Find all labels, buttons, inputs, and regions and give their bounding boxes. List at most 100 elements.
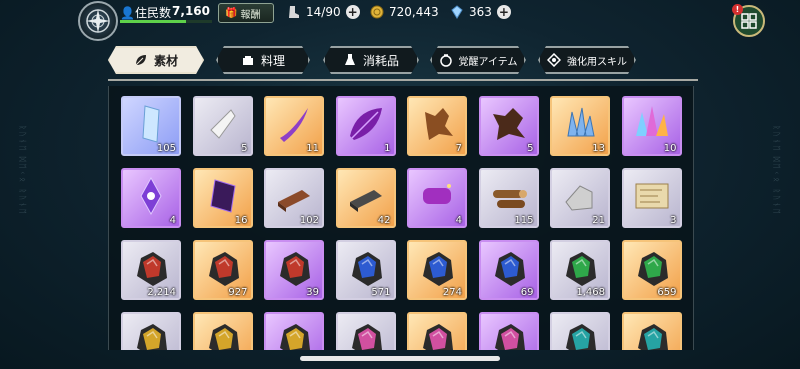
item-count: 4 [455, 215, 462, 226]
tab-awakening-items[interactable]: 覚醒アイテム [430, 46, 526, 74]
item-count: 659 [657, 287, 677, 298]
top-status-bar: 👤住民数 7,160 🎁 報酬 14/90 + 720,443 363 + ! [0, 0, 800, 41]
item-slot-gold-ore-large[interactable] [192, 312, 253, 350]
tab-enhancement-skills[interactable]: 強化用スキル [538, 46, 636, 74]
inventory-panel[interactable]: 105 5 11 1 7 5 13 10 4 16 102 42 4 115 21 3 2,214 927 39 57… [108, 86, 694, 350]
item-slot-pink-ore[interactable] [335, 312, 396, 350]
dark-pelt-icon [487, 102, 531, 150]
grid-menu-icon [741, 13, 757, 29]
item-slot-rainbow-crystals[interactable]: 10 [621, 96, 682, 156]
residents-counter: 👤住民数 7,160 [120, 3, 212, 23]
reward-button[interactable]: 🎁 報酬 [218, 3, 274, 23]
item-slot-blue-ore[interactable]: 571 [335, 240, 396, 300]
flask-icon [343, 53, 357, 67]
purple-cloth-icon [415, 174, 459, 222]
item-count: 16 [234, 215, 248, 226]
item-slot-white-stone[interactable]: 5 [192, 96, 253, 156]
item-slot-pink-ore-glow[interactable] [478, 312, 539, 350]
awaken-icon [439, 53, 453, 67]
skill-icon [547, 53, 561, 67]
tab-materials[interactable]: 素材 [108, 46, 204, 74]
void-gem-icon [129, 174, 173, 222]
item-slot-teal-ore[interactable] [550, 312, 610, 350]
item-count: 39 [306, 287, 319, 298]
item-slot-green-ore[interactable]: 1,468 [550, 240, 610, 300]
item-count: 21 [592, 215, 605, 226]
person-icon: 👤 [120, 6, 135, 20]
item-slot-gold-ore[interactable] [121, 312, 181, 350]
item-count: 10 [663, 143, 677, 154]
item-count: 2,214 [147, 287, 176, 298]
right-rune-decoration: ᚱᚢᚾᛖ ᛞᛖᚲᛟ ᚱᚢᚾᛖ [772, 125, 781, 216]
add-gems-button[interactable]: + [496, 5, 511, 19]
item-slot-purple-cloth[interactable]: 4 [407, 168, 467, 228]
item-count: 274 [442, 287, 462, 298]
item-slot-gold-ore-glow[interactable] [264, 312, 324, 350]
item-count: 5 [241, 143, 248, 154]
item-slot-blue-ore-large[interactable]: 274 [407, 240, 467, 300]
pink-ore-large-icon [415, 318, 459, 350]
item-slot-purple-fang[interactable]: 11 [264, 96, 324, 156]
brown-pelt-icon [415, 102, 459, 150]
item-slot-green-ore-large[interactable]: 659 [621, 240, 682, 300]
item-slot-stone-block[interactable]: 21 [550, 168, 610, 228]
tab-cooking[interactable]: 料理 [216, 46, 310, 74]
item-slot-pink-ore-large[interactable] [407, 312, 467, 350]
item-slot-blue-ore-glow[interactable]: 69 [478, 240, 539, 300]
gold-ore-glow-icon [272, 318, 316, 350]
item-count: 571 [371, 287, 391, 298]
add-capacity-button[interactable]: + [345, 5, 360, 19]
gold-coin-icon [370, 5, 384, 19]
boot-icon [289, 6, 299, 18]
item-count: 1 [384, 143, 391, 154]
pink-ore-icon [344, 318, 388, 350]
compass-emblem-icon [86, 9, 110, 33]
item-slot-teal-ore-large[interactable] [621, 312, 682, 350]
gold-ore-icon [129, 318, 173, 350]
item-count: 3 [670, 215, 677, 226]
item-slot-void-gem[interactable]: 4 [121, 168, 181, 228]
item-slot-dark-shard[interactable]: 16 [192, 168, 253, 228]
tab-consumables[interactable]: 消耗品 [323, 46, 419, 74]
item-slot-blue-crystals[interactable]: 13 [550, 96, 610, 156]
purple-feather-icon [344, 102, 388, 150]
gold-ore-large-icon [201, 318, 245, 350]
main-menu-button[interactable]: ! [732, 4, 765, 37]
residents-label: 👤住民数 [120, 6, 171, 20]
item-slot-red-ore-large[interactable]: 927 [192, 240, 253, 300]
item-count: 102 [299, 215, 319, 226]
item-count: 42 [377, 215, 391, 226]
item-slot-crystal-shard[interactable]: 105 [121, 96, 181, 156]
item-count: 13 [592, 143, 605, 154]
item-slot-logs[interactable]: 115 [478, 168, 539, 228]
item-slot-red-ore[interactable]: 2,214 [121, 240, 181, 300]
gem-stat: 363 + [450, 3, 511, 21]
item-count: 4 [169, 215, 176, 226]
residents-value: 7,160 [172, 4, 210, 18]
item-slot-purple-feather[interactable]: 1 [335, 96, 396, 156]
item-count: 11 [306, 143, 319, 154]
scroll-icon [630, 174, 674, 222]
treasure-chest-icon: 🎁 [225, 7, 238, 19]
item-slot-copper-ingot[interactable]: 102 [264, 168, 324, 228]
notification-badge: ! [732, 4, 743, 15]
capacity-stat: 14/90 + [287, 3, 360, 21]
item-count: 1,468 [576, 287, 605, 298]
pot-icon [241, 53, 255, 67]
town-emblem-button[interactable] [78, 1, 118, 41]
item-count: 115 [514, 215, 534, 226]
item-count: 69 [520, 287, 534, 298]
item-slot-brown-pelt[interactable]: 7 [407, 96, 467, 156]
item-count: 5 [527, 143, 534, 154]
item-slot-dark-pelt[interactable]: 5 [478, 96, 539, 156]
category-tabs: 素材 料理 消耗品 覚醒アイテム 強化用スキル [108, 46, 698, 81]
item-count: 927 [228, 287, 248, 298]
residents-progress-bar [120, 20, 212, 23]
item-count: 105 [156, 143, 176, 154]
teal-ore-icon [558, 318, 602, 350]
item-slot-scroll[interactable]: 3 [621, 168, 682, 228]
left-rune-decoration: ᚱᚢᚾᛖ ᛞᛖᚲᛟ ᚱᚢᚾᛖ [18, 125, 27, 216]
item-count: 7 [455, 143, 462, 154]
item-slot-red-ore-glow[interactable]: 39 [264, 240, 324, 300]
item-slot-iron-ingot[interactable]: 42 [335, 168, 396, 228]
